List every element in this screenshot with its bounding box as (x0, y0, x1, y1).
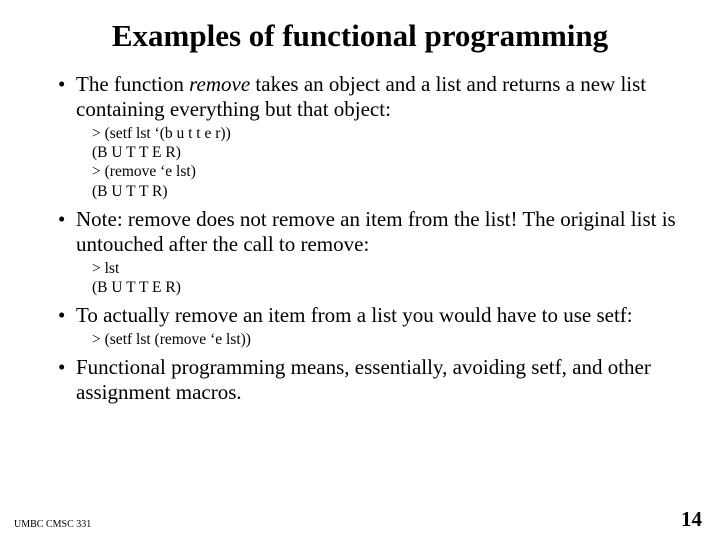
code-block-1: > (setf lst ‘(b u t t e r)) (B U T T E R… (92, 124, 690, 202)
bullet-2: • Note: remove does not remove an item f… (58, 207, 680, 257)
bullet-4: • Functional programming means, essentia… (58, 355, 680, 405)
bullet-dot: • (58, 303, 76, 328)
code-line: (B U T T E R) (92, 278, 690, 297)
code-block-2: > lst (B U T T E R) (92, 259, 690, 298)
bullet-1: • The function remove takes an object an… (58, 72, 680, 122)
slide-title: Examples of functional programming (30, 18, 690, 54)
code-line: > (setf lst (remove ‘e lst)) (92, 330, 690, 349)
code-line: > (remove ‘e lst) (92, 162, 690, 181)
code-line: (B U T T R) (92, 182, 690, 201)
code-line: > (setf lst ‘(b u t t e r)) (92, 124, 690, 143)
bullet-3: • To actually remove an item from a list… (58, 303, 680, 328)
bullet-dot: • (58, 207, 76, 257)
bullet-2-text: Note: remove does not remove an item fro… (76, 207, 680, 257)
code-line: (B U T T E R) (92, 143, 690, 162)
footer-course: UMBC CMSC 331 (14, 519, 91, 530)
code-block-3: > (setf lst (remove ‘e lst)) (92, 330, 690, 349)
page-number: 14 (681, 507, 702, 532)
bullet-1-text: The function remove takes an object and … (76, 72, 680, 122)
bullet-dot: • (58, 355, 76, 405)
bullet-dot: • (58, 72, 76, 122)
code-line: > lst (92, 259, 690, 278)
b1-em: remove (189, 72, 250, 96)
bullet-4-text: Functional programming means, essentiall… (76, 355, 680, 405)
bullet-3-text: To actually remove an item from a list y… (76, 303, 680, 328)
b1-pre: The function (76, 72, 189, 96)
